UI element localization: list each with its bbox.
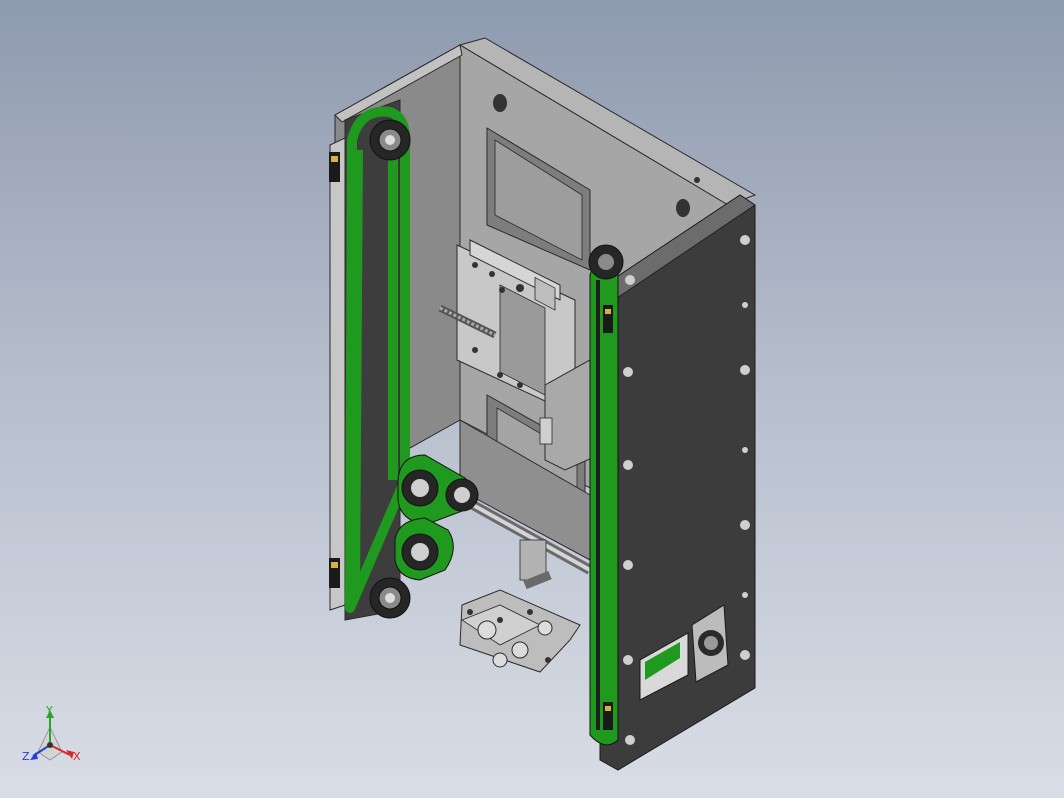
- cad-viewport[interactable]: Y X Z: [0, 0, 1064, 798]
- mount-hole: [676, 199, 690, 217]
- cad-model-drawing: [30, 37, 757, 771]
- y-axis-label: Y: [46, 704, 53, 717]
- mount-hole: [493, 94, 507, 112]
- x-axis-label: X: [73, 750, 81, 763]
- z-axis-label: Z: [22, 750, 30, 763]
- left-rail-plate: [329, 137, 346, 611]
- right-front-panel: [589, 194, 756, 771]
- axis-triad: [30, 710, 74, 761]
